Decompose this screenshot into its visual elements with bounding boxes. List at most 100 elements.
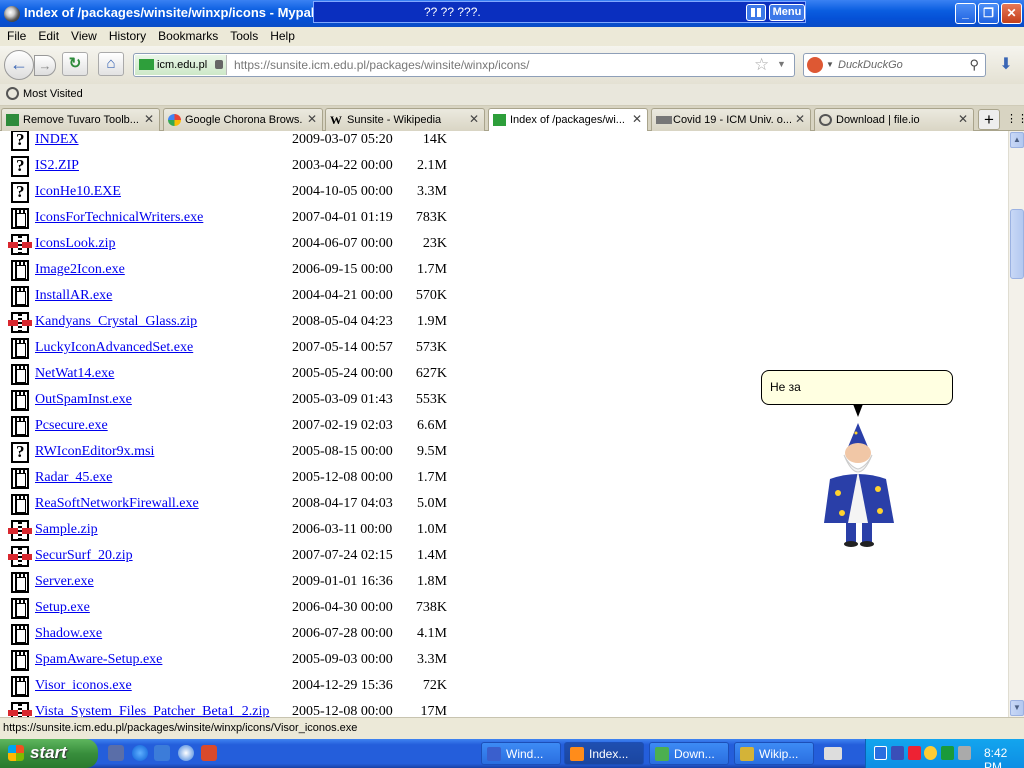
- tab-remove-tuvaro[interactable]: Remove Tuvaro Toolb... ✕: [1, 108, 160, 131]
- tab-index-packages[interactable]: Index of /packages/wi... ✕: [488, 108, 648, 132]
- merlin-tray-icon[interactable]: [891, 746, 904, 760]
- file-link[interactable]: Vista_System_Files_Patcher_Beta1_2.zip: [35, 704, 269, 717]
- taskbar-item-windows[interactable]: Wind...: [481, 742, 561, 765]
- file-link[interactable]: IconsForTechnicalWriters.exe: [35, 210, 203, 226]
- new-tab-button[interactable]: +: [978, 109, 1000, 130]
- taskbar-item-wikipedia[interactable]: Wikip...: [734, 742, 814, 765]
- volume-icon[interactable]: [958, 746, 971, 760]
- tab-google-chorona[interactable]: Google Chorona Brows... ✕: [163, 108, 323, 131]
- duckduckgo-icon[interactable]: [807, 57, 823, 73]
- search-bar[interactable]: ▼ DuckDuckGo ⚲: [803, 53, 986, 77]
- file-size: 627K: [415, 366, 447, 381]
- internet-explorer-icon[interactable]: [132, 745, 148, 761]
- downloads-button[interactable]: ⬇: [994, 54, 1018, 76]
- tray-app-icon[interactable]: [924, 746, 937, 760]
- tab-close-icon[interactable]: ✕: [632, 112, 642, 126]
- file-date: 2006-07-28 00:00: [292, 626, 393, 641]
- minimize-button[interactable]: _: [955, 3, 976, 24]
- tab-close-icon[interactable]: ✕: [307, 112, 317, 126]
- search-engine-caret-icon[interactable]: ▼: [826, 60, 834, 69]
- reload-button[interactable]: ↻: [62, 52, 88, 76]
- file-date: 2005-03-09 01:43: [292, 392, 393, 407]
- start-button[interactable]: start: [0, 739, 98, 768]
- tab-close-icon[interactable]: ✕: [958, 112, 968, 126]
- file-link[interactable]: Visor_iconos.exe: [35, 678, 132, 694]
- url-dropmarker-icon[interactable]: ▼: [777, 59, 786, 69]
- taskbar: start Wind... Index... Down... Wikip... …: [0, 739, 1024, 768]
- title-bar[interactable]: Index of /packages/winsite/winxp/icons -…: [0, 0, 1024, 27]
- file-link[interactable]: Shadow.exe: [35, 626, 102, 642]
- file-link[interactable]: INDEX: [35, 132, 79, 148]
- quick-launch-app-icon[interactable]: [154, 745, 170, 761]
- file-link[interactable]: Radar_45.exe: [35, 470, 112, 486]
- file-link[interactable]: Kandyans_Crystal_Glass.zip: [35, 314, 197, 330]
- url-bar[interactable]: icm.edu.pl https://sunsite.icm.edu.pl/pa…: [133, 53, 795, 77]
- close-button[interactable]: ✕: [1001, 3, 1022, 24]
- tab-close-icon[interactable]: ✕: [795, 112, 805, 126]
- scrollbar-thumb[interactable]: [1010, 209, 1024, 279]
- file-link[interactable]: SpamAware-Setup.exe: [35, 652, 162, 668]
- tab-close-icon[interactable]: ✕: [469, 112, 479, 126]
- file-link[interactable]: Pcsecure.exe: [35, 418, 108, 434]
- tab-sunsite-wikipedia[interactable]: W Sunsite - Wikipedia ✕: [325, 108, 485, 131]
- url-text[interactable]: https://sunsite.icm.edu.pl/packages/wins…: [234, 58, 529, 72]
- menu-view[interactable]: View: [64, 27, 102, 43]
- tray-app-icon[interactable]: [941, 746, 954, 760]
- clock[interactable]: 8:42 PM: [984, 746, 1024, 768]
- site-identity-label: icm.edu.pl: [157, 59, 208, 71]
- merlin-wizard-icon[interactable]: [818, 423, 900, 548]
- chrome-icon[interactable]: [178, 745, 194, 761]
- file-link[interactable]: Sample.zip: [35, 522, 98, 538]
- bookmark-most-visited[interactable]: Most Visited: [23, 88, 83, 100]
- list-all-tabs-icon[interactable]: ⋮⋮: [1006, 112, 1024, 125]
- bookmark-star-icon[interactable]: ☆: [754, 55, 769, 75]
- scroll-down-icon[interactable]: ▼: [1010, 700, 1024, 716]
- file-link[interactable]: RWIconEditor9x.msi: [35, 444, 154, 460]
- browser-app-icon[interactable]: [4, 6, 20, 22]
- keyboard-icon[interactable]: [824, 747, 842, 760]
- site-identity-button[interactable]: icm.edu.pl: [135, 55, 227, 75]
- scroll-up-icon[interactable]: ▲: [1010, 132, 1024, 148]
- tab-covid-icm[interactable]: Covid 19 - ICM Univ. o... ✕: [651, 108, 811, 131]
- maximize-button[interactable]: ❐: [978, 3, 999, 24]
- file-link[interactable]: Setup.exe: [35, 600, 90, 616]
- file-link[interactable]: InstallAR.exe: [35, 288, 112, 304]
- home-button[interactable]: ⌂: [98, 52, 124, 76]
- file-link[interactable]: LuckyIconAdvancedSet.exe: [35, 340, 193, 356]
- taskbar-item-download[interactable]: Down...: [649, 742, 729, 765]
- overlay-menu-button[interactable]: Menu: [769, 4, 805, 21]
- menu-bookmarks[interactable]: Bookmarks: [151, 27, 223, 43]
- file-row: IconsForTechnicalWriters.exe 2007-04-01 0…: [0, 206, 600, 232]
- file-size: 1.8M: [417, 574, 447, 589]
- tab-close-icon[interactable]: ✕: [144, 112, 154, 126]
- vertical-scrollbar[interactable]: ▲ ▼: [1008, 131, 1024, 717]
- search-icon[interactable]: ⚲: [969, 57, 979, 73]
- search-input[interactable]: DuckDuckGo: [838, 59, 903, 71]
- back-button[interactable]: ←: [4, 50, 34, 80]
- quick-launch-app-icon[interactable]: [201, 745, 217, 761]
- file-link[interactable]: Image2Icon.exe: [35, 262, 125, 278]
- file-link[interactable]: IconHe10.EXE: [35, 184, 121, 200]
- menu-file[interactable]: File: [0, 27, 31, 43]
- tray-app-icon[interactable]: [874, 746, 887, 760]
- pause-icon[interactable]: [746, 4, 766, 21]
- tab-download-fileio[interactable]: Download | file.io ✕: [814, 108, 974, 131]
- file-link[interactable]: NetWat14.exe: [35, 366, 114, 382]
- task-app-icon: [655, 747, 669, 761]
- file-link[interactable]: ReaSoftNetworkFirewall.exe: [35, 496, 199, 512]
- file-row: IconHe10.EXE 2004-10-05 00:00 3.3M: [0, 180, 600, 206]
- quick-launch-app-icon[interactable]: [108, 745, 124, 761]
- menu-history[interactable]: History: [102, 27, 151, 43]
- menu-help[interactable]: Help: [263, 27, 300, 43]
- forward-button[interactable]: →: [34, 55, 56, 76]
- menu-tools[interactable]: Tools: [223, 27, 263, 43]
- tray-app-icon[interactable]: [908, 746, 921, 760]
- file-link[interactable]: IconsLook.zip: [35, 236, 115, 252]
- taskbar-item-index[interactable]: Index...: [564, 742, 644, 765]
- file-link[interactable]: OutSpamInst.exe: [35, 392, 132, 408]
- file-link[interactable]: IS2.ZIP: [35, 158, 79, 174]
- menu-edit[interactable]: Edit: [31, 27, 64, 43]
- file-row: Image2Icon.exe 2006-09-15 00:00 1.7M: [0, 258, 600, 284]
- file-link[interactable]: Server.exe: [35, 574, 94, 590]
- file-link[interactable]: SecurSurf_20.zip: [35, 548, 133, 564]
